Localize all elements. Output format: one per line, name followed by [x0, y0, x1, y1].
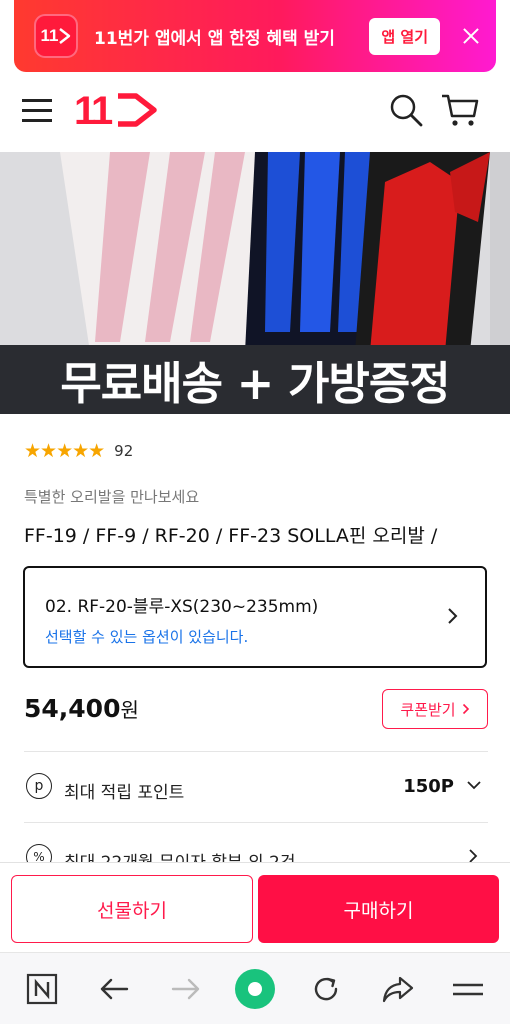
open-app-button[interactable]: 앱 열기	[369, 17, 440, 55]
naver-n-icon[interactable]	[24, 971, 60, 1007]
divider	[24, 751, 488, 752]
selected-option: 02. RF-20-블루-XS(230~235mm)	[45, 597, 319, 617]
coupon-button[interactable]: 쿠폰받기	[382, 689, 488, 729]
site-logo[interactable]: 11	[74, 89, 158, 134]
point-icon: p	[26, 773, 52, 799]
star-rating-icon: ★★★★★	[24, 440, 105, 462]
chevron-down-icon[interactable]	[466, 779, 482, 791]
back-arrow-icon[interactable]	[96, 971, 132, 1007]
option-note: 선택할 수 있는 옵션이 있습니다.	[45, 628, 249, 646]
product-image[interactable]: 무료배송 + 가방증정	[0, 152, 510, 414]
cart-icon[interactable]	[440, 92, 480, 128]
points-label: 최대 적립 포인트	[64, 783, 185, 803]
home-circle-icon[interactable]	[235, 969, 275, 1009]
close-icon[interactable]	[460, 25, 482, 47]
search-icon[interactable]	[388, 92, 424, 128]
buy-button[interactable]: 구매하기	[258, 875, 499, 943]
product-name: FF-19 / FF-9 / RF-20 / FF-23 SOLLA핀 오리발 …	[24, 525, 438, 547]
price: 54,400원	[24, 694, 139, 723]
image-banner-text: 무료배송 + 가방증정	[60, 357, 450, 410]
hamburger-menu-icon[interactable]	[22, 97, 52, 123]
price-unit: 원	[120, 698, 139, 722]
forward-arrow-icon[interactable]	[168, 971, 204, 1007]
chevron-right-icon	[448, 608, 458, 624]
menu-icon[interactable]	[450, 971, 486, 1007]
site-header: 11	[0, 78, 510, 144]
divider	[24, 822, 488, 823]
purchase-action-bar: 선물하기 구매하기	[0, 862, 510, 952]
app-logo-icon: 11	[34, 14, 78, 58]
installment-label: 최대 22개월 무이자 할부 외 2건	[64, 848, 296, 862]
share-icon[interactable]	[380, 971, 416, 1007]
fins-illustration	[0, 152, 510, 352]
refresh-icon[interactable]	[308, 971, 344, 1007]
image-promo-banner: 무료배송 + 가방증정	[0, 345, 510, 414]
chevron-right-icon	[469, 849, 478, 862]
gift-button[interactable]: 선물하기	[11, 875, 253, 943]
app-promo-banner[interactable]: 11 11번가 앱에서 앱 한정 혜택 받기 앱 열기	[14, 0, 496, 72]
price-amount: 54,400	[24, 694, 121, 723]
coupon-label: 쿠폰받기	[400, 700, 456, 719]
percent-icon: %	[26, 844, 52, 862]
option-selector[interactable]: 02. RF-20-블루-XS(230~235mm) 선택할 수 있는 옵션이 …	[23, 566, 487, 668]
chevron-right-icon	[462, 703, 469, 715]
promo-message: 11번가 앱에서 앱 한정 혜택 받기	[94, 28, 335, 49]
product-subtitle: 특별한 오리발을 만나보세요	[24, 488, 200, 506]
rating[interactable]: ★★★★★ 92	[24, 440, 133, 462]
installment-row[interactable]: % 최대 22개월 무이자 할부 외 2건	[0, 836, 510, 862]
logo-text: 11	[74, 90, 113, 130]
points-value: 150P	[403, 776, 454, 797]
browser-toolbar	[0, 952, 510, 1024]
review-count: 92	[114, 442, 134, 460]
